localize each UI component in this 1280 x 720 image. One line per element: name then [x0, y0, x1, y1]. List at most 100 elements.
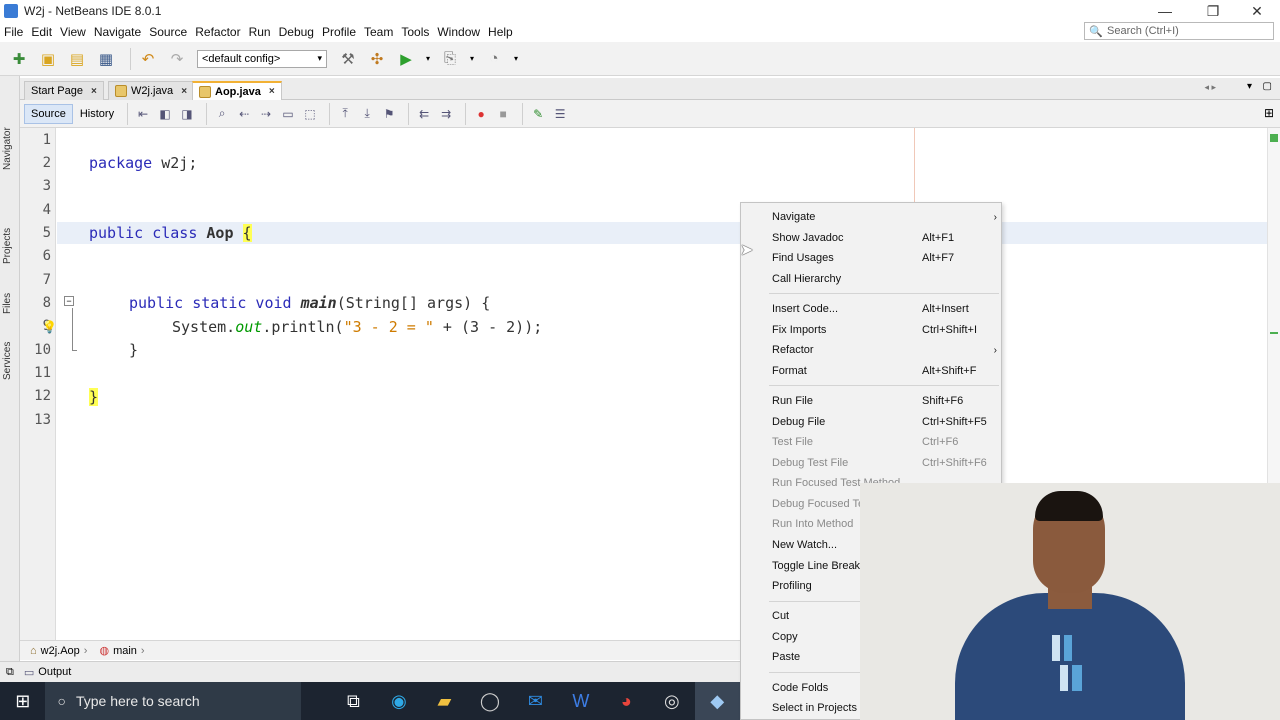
menu-tools[interactable]: Tools [397, 25, 433, 39]
menu-run[interactable]: Run [245, 25, 275, 39]
mouse-cursor-icon: ➤ [740, 242, 754, 259]
find-icon[interactable]: ⌕ [213, 105, 231, 123]
task-view-icon[interactable]: ⧉ [331, 682, 376, 720]
projects-side-tab[interactable]: Projects [2, 186, 13, 264]
toggle-highlight-icon[interactable]: ▭ [279, 105, 297, 123]
scroll-tabs-left-icon[interactable]: ◂ ▸ [1204, 82, 1216, 93]
shift-right-icon[interactable]: ⇉ [437, 105, 455, 123]
menu-item-find-usages[interactable]: Find Usages Alt+F7 [741, 248, 1001, 268]
restore-icon[interactable]: ⧉ [6, 666, 14, 679]
mail-icon[interactable]: ✉ [513, 682, 558, 720]
menu-navigate[interactable]: Navigate [90, 25, 145, 39]
debug-project-icon[interactable]: ⎘ [439, 48, 461, 70]
tab-aop-java[interactable]: Aop.java × [192, 81, 282, 100]
menu-item-insert-code[interactable]: Insert Code... Alt+Insert [741, 299, 1001, 319]
menu-help[interactable]: Help [484, 25, 517, 39]
chevron-down-icon: ▾ [317, 53, 322, 63]
line-number: 10 [34, 342, 51, 358]
menu-item-refactor[interactable]: Refactor › [741, 340, 1001, 360]
new-file-icon[interactable]: ✚ [8, 48, 30, 70]
history-view-tab[interactable]: History [73, 104, 121, 124]
output-tab[interactable]: Output [38, 666, 71, 678]
close-tab-icon[interactable]: × [181, 86, 187, 97]
menu-file[interactable]: File [0, 25, 27, 39]
java-file-icon [199, 85, 211, 98]
netbeans-taskbar-icon[interactable]: ◆ [694, 682, 741, 720]
clean-build-icon[interactable]: ✣ [366, 48, 388, 70]
previous-bookmark-icon[interactable]: ⤒ [336, 105, 354, 123]
recorder-icon[interactable]: ◎ [649, 682, 694, 720]
run-dropdown-icon[interactable]: ▾ [424, 48, 432, 70]
source-view-tab[interactable]: Source [24, 103, 73, 124]
status-ok-icon [1270, 134, 1278, 142]
comment-icon[interactable]: ✎ [529, 105, 547, 123]
last-edit-icon[interactable]: ⇤ [134, 105, 152, 123]
line-number: 7 [42, 272, 51, 288]
menu-team[interactable]: Team [360, 25, 397, 39]
undo-icon[interactable]: ↶ [137, 48, 159, 70]
show-opened-documents-icon[interactable]: ▾ [1247, 81, 1252, 92]
maximize-window-icon[interactable]: ▢ [1263, 81, 1272, 92]
back-icon[interactable]: ◧ [156, 105, 174, 123]
file-explorer-icon[interactable]: ▰ [422, 682, 467, 720]
menu-view[interactable]: View [56, 25, 90, 39]
breadcrumb-method[interactable]: ◍ main › [99, 644, 144, 658]
next-bookmark-icon[interactable]: ⤓ [358, 105, 376, 123]
shift-left-icon[interactable]: ⇇ [415, 105, 433, 123]
forward-icon[interactable]: ◨ [178, 105, 196, 123]
profile-dropdown-icon[interactable]: ▾ [512, 48, 520, 70]
close-button[interactable]: ✕ [1234, 0, 1280, 22]
brace-highlight: } [89, 388, 99, 406]
menu-item-format[interactable]: Format Alt+Shift+F [741, 361, 1001, 381]
services-side-tab[interactable]: Services [2, 320, 13, 380]
toggle-rect-select-icon[interactable]: ⬚ [301, 105, 319, 123]
uncomment-icon[interactable]: ☰ [551, 105, 569, 123]
config-select[interactable]: <default config> ▾ [197, 49, 327, 68]
menu-item-navigate[interactable]: Navigate › [741, 207, 1001, 227]
fold-toggle-icon[interactable]: − [64, 296, 74, 306]
save-all-icon[interactable]: ▦ [95, 48, 117, 70]
navigator-side-tab[interactable]: Navigator [2, 84, 13, 170]
find-next-icon[interactable]: ⇢ [257, 105, 275, 123]
stop-macro-icon[interactable]: ■ [494, 105, 512, 123]
quick-search-input[interactable]: 🔍 Search (Ctrl+I) [1084, 22, 1274, 40]
breadcrumb-class[interactable]: ⌂ w2j.Aop › [30, 645, 87, 657]
profile-project-icon[interactable]: ◔ [483, 48, 505, 70]
redo-icon[interactable]: ↷ [166, 48, 188, 70]
menu-item-show-javadoc[interactable]: Show Javadoc Alt+F1 [741, 228, 1001, 248]
menu-window[interactable]: Window [433, 25, 484, 39]
dell-icon[interactable]: ◯ [467, 682, 512, 720]
find-previous-icon[interactable]: ⇠ [235, 105, 253, 123]
menu-source[interactable]: Source [145, 25, 191, 39]
files-side-tab[interactable]: Files [2, 268, 13, 314]
new-project-icon[interactable]: ▣ [37, 48, 59, 70]
menu-debug[interactable]: Debug [275, 25, 318, 39]
open-project-icon[interactable]: ▤ [66, 48, 88, 70]
edge-icon[interactable]: ◉ [376, 682, 421, 720]
menu-item-debug-file[interactable]: Debug File Ctrl+Shift+F5 [741, 412, 1001, 432]
lightbulb-hint-icon[interactable]: 💡 [42, 320, 57, 334]
minimize-button[interactable]: — [1142, 0, 1188, 22]
close-tab-icon[interactable]: × [91, 86, 97, 97]
build-hammer-icon[interactable]: ⚒ [337, 48, 359, 70]
word-icon[interactable]: W [558, 682, 603, 720]
windows-start-icon[interactable]: ⊞ [0, 682, 45, 720]
run-project-icon[interactable]: ▶ [395, 48, 417, 70]
toggle-bookmark-icon[interactable]: ⚑ [380, 105, 398, 123]
tab-start-page[interactable]: Start Page × [24, 81, 104, 100]
tab-w2j-java[interactable]: W2j.java × [108, 81, 195, 100]
menu-item-call-hierarchy[interactable]: Call Hierarchy [741, 269, 1001, 289]
windows-taskbar: ⊞ ○ Type here to search ⧉ ◉ ▰ ◯ ✉ W ◕ ◎ … [0, 682, 741, 720]
menu-profile[interactable]: Profile [318, 25, 360, 39]
start-macro-icon[interactable]: ● [472, 105, 490, 123]
close-tab-icon[interactable]: × [269, 86, 275, 97]
debug-dropdown-icon[interactable]: ▾ [468, 48, 476, 70]
menu-edit[interactable]: Edit [27, 25, 56, 39]
maximize-button[interactable]: ❐ [1190, 0, 1236, 22]
split-editor-icon[interactable]: ⊞ [1264, 106, 1274, 120]
menu-item-fix-imports[interactable]: Fix Imports Ctrl+Shift+I [741, 320, 1001, 340]
taskbar-search-box[interactable]: ○ Type here to search [45, 682, 301, 720]
menu-item-run-file[interactable]: Run File Shift+F6 [741, 391, 1001, 411]
menu-refactor[interactable]: Refactor [191, 25, 244, 39]
chrome-icon[interactable]: ◕ [604, 682, 649, 720]
